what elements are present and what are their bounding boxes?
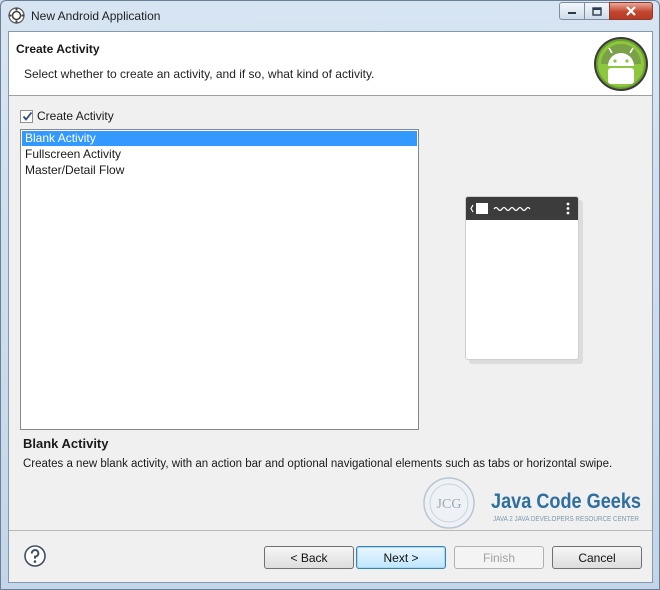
cancel-button[interactable]: Cancel [552, 546, 642, 569]
finish-button[interactable]: Finish [454, 546, 544, 569]
create-activity-label: Create Activity [37, 109, 114, 123]
list-item-master-detail-flow[interactable]: Master/Detail Flow [22, 163, 417, 178]
create-activity-checkbox[interactable] [20, 109, 33, 123]
preview-action-bar [466, 197, 578, 220]
android-logo-icon [591, 35, 651, 93]
help-button[interactable] [24, 545, 46, 567]
page-title: Create Activity [16, 42, 100, 56]
wizard-banner: Create Activity Select whether to create… [9, 32, 652, 96]
activity-preview [465, 196, 585, 366]
watermark-name: Java Code Geeks [491, 490, 641, 513]
checkmark-icon [22, 111, 33, 121]
footer-divider [9, 530, 652, 531]
minimize-button[interactable] [559, 2, 585, 20]
next-button[interactable]: Next > [356, 546, 446, 569]
close-button[interactable] [609, 2, 653, 20]
close-icon [626, 6, 636, 16]
window-controls [559, 2, 653, 20]
wizard-window: New Android Application Create Activity … [0, 0, 660, 590]
maximize-icon [592, 6, 602, 16]
create-activity-option[interactable]: Create Activity [20, 109, 114, 123]
page-description: Select whether to create an activity, an… [24, 67, 375, 81]
minimize-icon [568, 12, 576, 14]
phone-screen [465, 196, 579, 360]
help-icon [24, 545, 46, 567]
eclipse-app-icon [8, 7, 25, 24]
wizard-content: Create Activity Select whether to create… [8, 31, 653, 583]
watermark-tagline: JAVA 2 JAVA DEVELOPERS RESOURCE CENTER [493, 516, 639, 523]
title-bar[interactable]: New Android Application [1, 1, 659, 31]
back-button[interactable]: < Back [264, 546, 354, 569]
activity-template-list[interactable]: Blank Activity Fullscreen Activity Maste… [20, 129, 419, 430]
action-bar-icon [470, 202, 570, 215]
list-item-blank-activity[interactable]: Blank Activity [22, 131, 417, 146]
selected-template-description: Creates a new blank activity, with an ac… [23, 458, 613, 470]
selected-template-title: Blank Activity [23, 436, 109, 451]
list-item-fullscreen-activity[interactable]: Fullscreen Activity [22, 147, 417, 162]
maximize-button[interactable] [584, 2, 610, 20]
java-code-geeks-watermark: JCG Java Code Geeks JAVA 2 JAVA DEVELOPE… [419, 474, 649, 532]
watermark-monogram: JCG [437, 497, 462, 512]
window-title: New Android Application [31, 9, 161, 23]
